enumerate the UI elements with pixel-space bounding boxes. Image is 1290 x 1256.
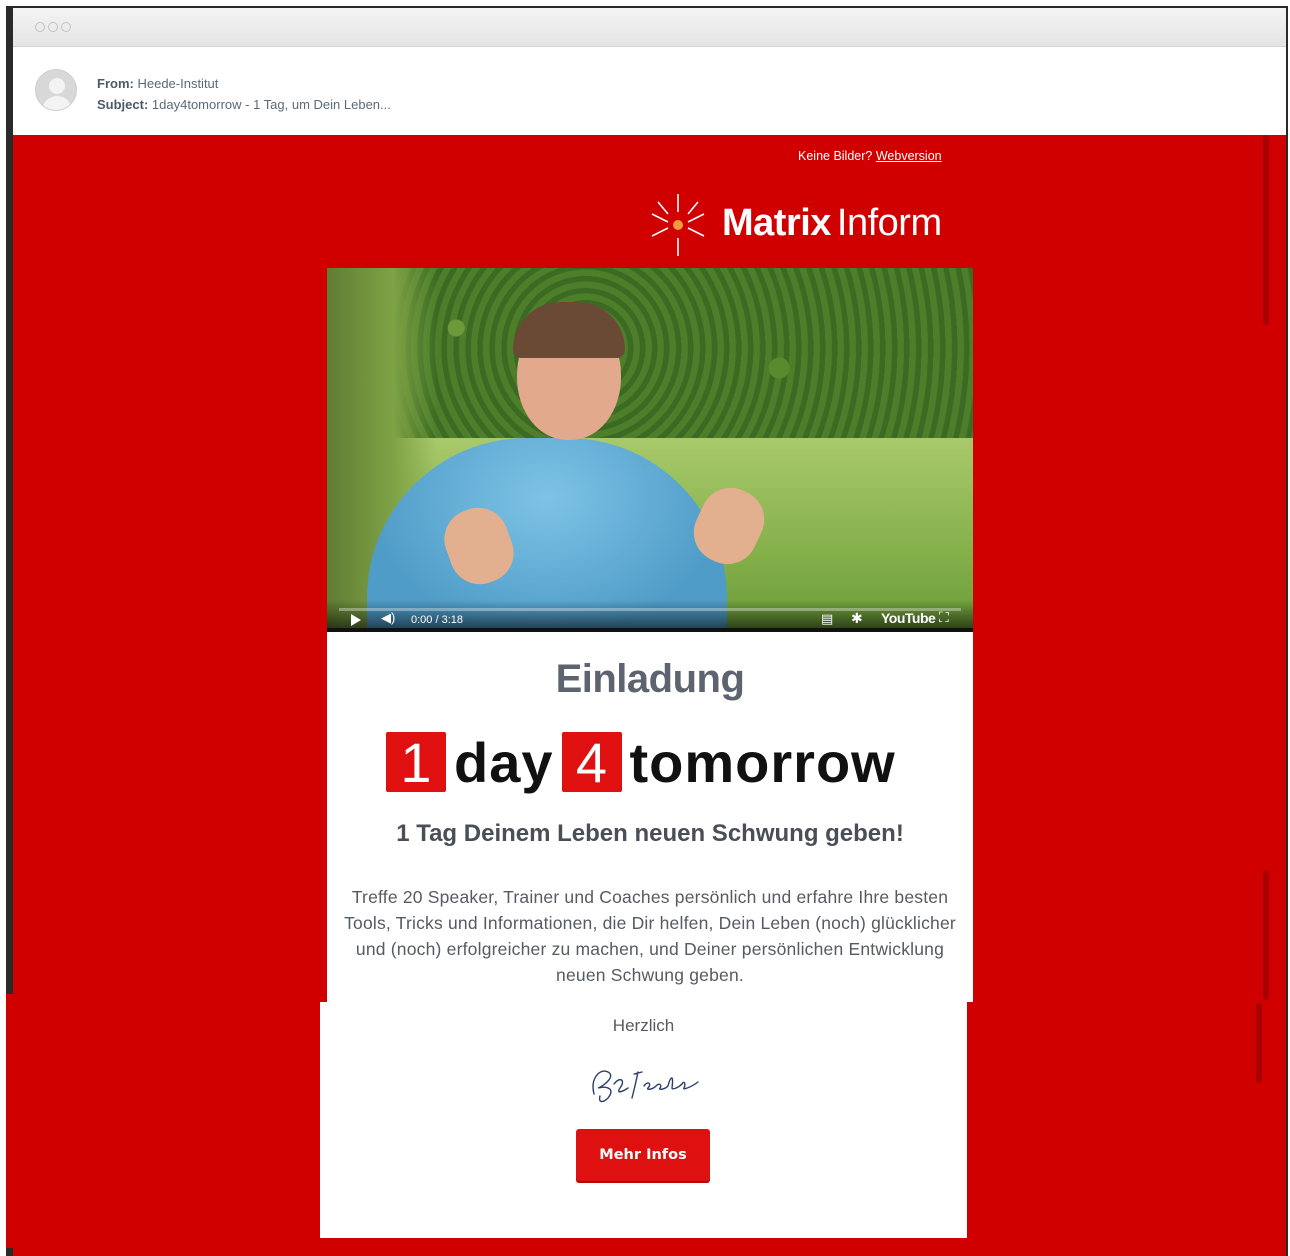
- from-value: Heede-Institut: [137, 76, 219, 91]
- closing-greeting: Herzlich: [612, 1016, 675, 1035]
- brand-word-day: day: [454, 730, 554, 794]
- minimize-window-button[interactable]: [48, 22, 58, 32]
- close-window-button[interactable]: [35, 22, 45, 32]
- email-meta: From: Heede-Institut Subject: 1day4tomor…: [97, 73, 391, 115]
- matrix-inform-logo: Matrix Inform: [650, 192, 980, 266]
- from-label: From:: [97, 76, 134, 91]
- scrollbar-thumb-bottom[interactable]: [1256, 1003, 1262, 1083]
- subject-line: Subject: 1day4tomorrow - 1 Tag, um Dein …: [97, 94, 391, 115]
- event-tagline: 1 Tag Deinem Leben neuen Schwung geben!: [396, 820, 904, 847]
- logo-wordmark: Matrix Inform: [722, 202, 942, 245]
- volume-icon[interactable]: ◀): [381, 610, 395, 626]
- title-bar: [13, 8, 1286, 47]
- logo-light: Inform: [836, 202, 942, 244]
- video-time: 0:00 / 3:18: [411, 614, 463, 626]
- captions-icon[interactable]: ▤: [821, 611, 833, 627]
- fullscreen-icon[interactable]: ⛶: [939, 609, 949, 626]
- traffic-lights: [35, 22, 71, 32]
- brand-number-1: 1: [386, 731, 446, 794]
- sunburst-icon: [651, 194, 705, 256]
- logo-bold: Matrix: [722, 202, 831, 244]
- settings-icon[interactable]: ✱: [851, 610, 863, 627]
- sender-avatar-icon: [35, 69, 77, 111]
- email-header: From: Heede-Institut Subject: 1day4tomor…: [13, 47, 1286, 135]
- webversion-link[interactable]: Webversion: [876, 149, 942, 163]
- video-progress-bar[interactable]: [339, 608, 961, 611]
- no-images-line: Keine Bilder? Webversion: [798, 149, 978, 163]
- play-icon[interactable]: [351, 614, 361, 626]
- brand-number-4: 4: [561, 731, 622, 794]
- scrollbar-thumb-lower[interactable]: [1263, 870, 1269, 1000]
- signature-image: [592, 1070, 699, 1103]
- no-images-text: Keine Bilder?: [798, 149, 873, 163]
- youtube-logo[interactable]: YouTube: [881, 610, 936, 626]
- subject-label: Subject:: [97, 97, 149, 112]
- from-line: From: Heede-Institut: [97, 73, 391, 94]
- brand-word-tomorrow: tomorrow: [629, 730, 896, 794]
- subject-value: 1day4tomorrow - 1 Tag, um Dein Leben...: [151, 97, 391, 112]
- invitation-heading: Einladung: [555, 657, 745, 701]
- video-player[interactable]: ◀) 0:00 / 3:18 ▤ ✱ YouTube ⛶: [327, 268, 973, 632]
- event-description: Treffe 20 Speaker, Trainer und Coaches p…: [344, 887, 956, 985]
- scrollbar-thumb[interactable]: [1263, 135, 1269, 325]
- maximize-window-button[interactable]: [61, 22, 71, 32]
- event-brand-1day4tomorrow: 1 day 4 tomorrow: [386, 729, 904, 795]
- more-info-button[interactable]: Mehr Infos: [576, 1129, 710, 1181]
- content-card-bottom: [320, 1002, 967, 1238]
